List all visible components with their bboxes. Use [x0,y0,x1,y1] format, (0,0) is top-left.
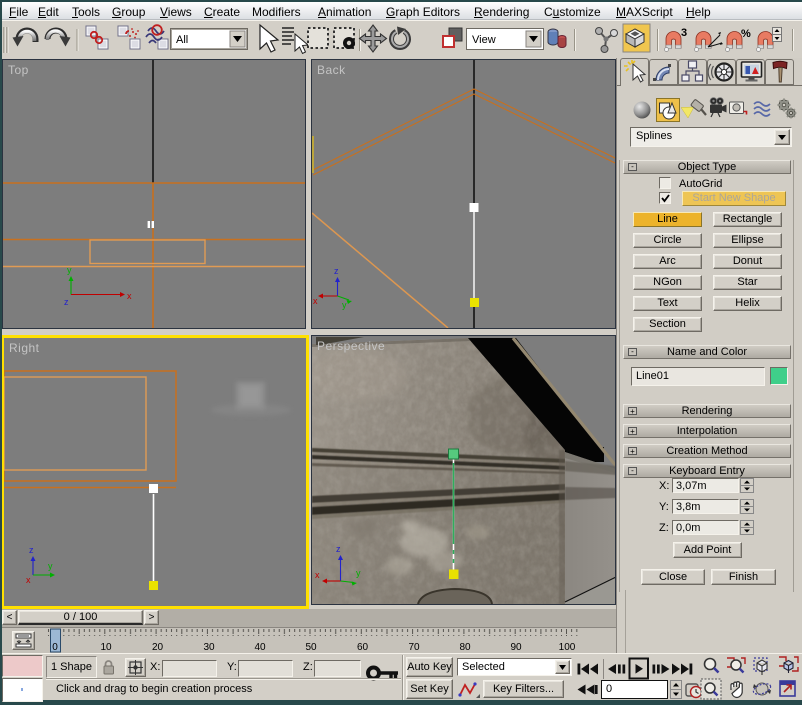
svg-text:80: 80 [459,642,471,653]
svg-text:x: x [313,296,318,306]
svg-text:10: 10 [100,642,112,653]
svg-text:z: z [29,545,34,555]
svg-text:30: 30 [203,642,215,653]
svg-text:50: 50 [305,642,317,653]
svg-text:y: y [48,561,53,571]
svg-text:20: 20 [152,642,164,653]
svg-text:All: All [176,34,188,46]
svg-text:y: y [67,265,72,275]
svg-text:90: 90 [510,642,522,653]
svg-text:60: 60 [357,642,369,653]
svg-text:x: x [315,570,320,580]
svg-text:3: 3 [681,27,687,39]
svg-text:x: x [26,575,31,585]
svg-text:70: 70 [408,642,420,653]
svg-text:%: % [741,28,751,40]
svg-text:0: 0 [52,642,58,653]
svg-text:z: z [64,297,69,307]
svg-text:View: View [472,34,496,46]
svg-text:x: x [127,291,132,301]
svg-text:z: z [336,544,341,554]
svg-text:z: z [334,266,339,276]
svg-text:y: y [342,300,347,310]
svg-text:y: y [356,568,361,578]
svg-text:40: 40 [254,642,266,653]
svg-text:100: 100 [559,642,576,653]
